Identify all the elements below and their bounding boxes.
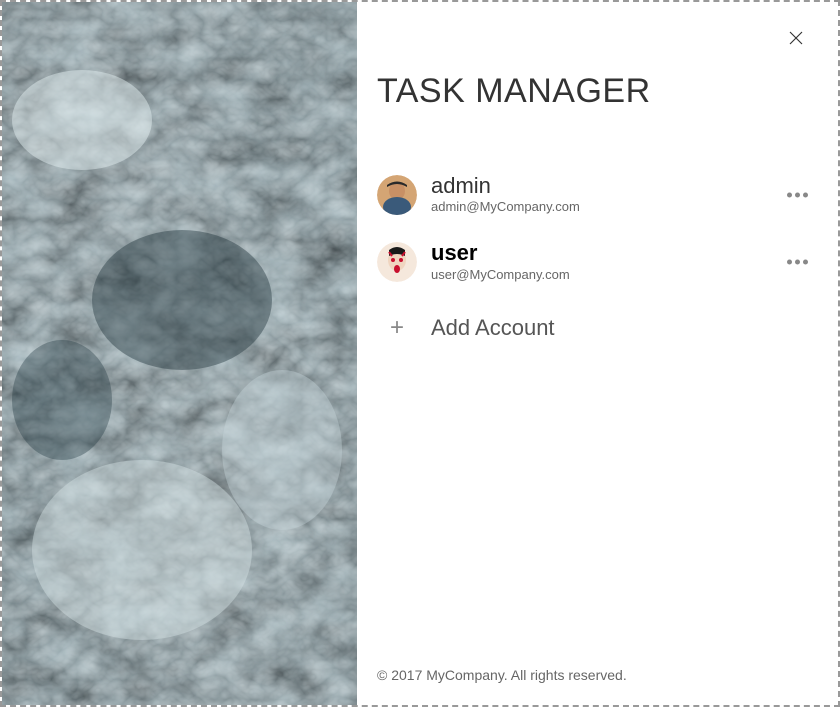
account-row-user[interactable]: user user@MyCompany.com: [357, 228, 838, 295]
accounts-list: admin admin@MyCompany.com: [357, 161, 838, 360]
account-info: admin admin@MyCompany.com: [431, 173, 818, 216]
account-name: admin: [431, 173, 818, 199]
more-button[interactable]: [787, 259, 808, 264]
dots-icon: [787, 192, 792, 197]
plus-icon: +: [377, 314, 417, 342]
avatar: [377, 175, 417, 215]
login-dialog: TASK MANAGER admin admin@MyCompany.com: [0, 0, 840, 707]
avatar: [377, 242, 417, 282]
account-row-admin[interactable]: admin admin@MyCompany.com: [357, 161, 838, 228]
account-name: user: [431, 240, 818, 266]
add-account-button[interactable]: + Add Account: [357, 296, 838, 360]
account-email: admin@MyCompany.com: [431, 199, 818, 216]
close-button[interactable]: [784, 26, 808, 50]
dots-icon: [787, 259, 792, 264]
more-button[interactable]: [787, 192, 808, 197]
account-email: user@MyCompany.com: [431, 267, 818, 284]
app-title: TASK MANAGER: [377, 72, 838, 111]
account-info: user user@MyCompany.com: [431, 240, 818, 283]
close-icon: [787, 29, 805, 47]
add-account-label: Add Account: [431, 315, 555, 341]
content-panel: TASK MANAGER admin admin@MyCompany.com: [357, 2, 838, 705]
footer-text: © 2017 MyCompany. All rights reserved.: [377, 667, 627, 683]
hero-image: [2, 2, 357, 705]
